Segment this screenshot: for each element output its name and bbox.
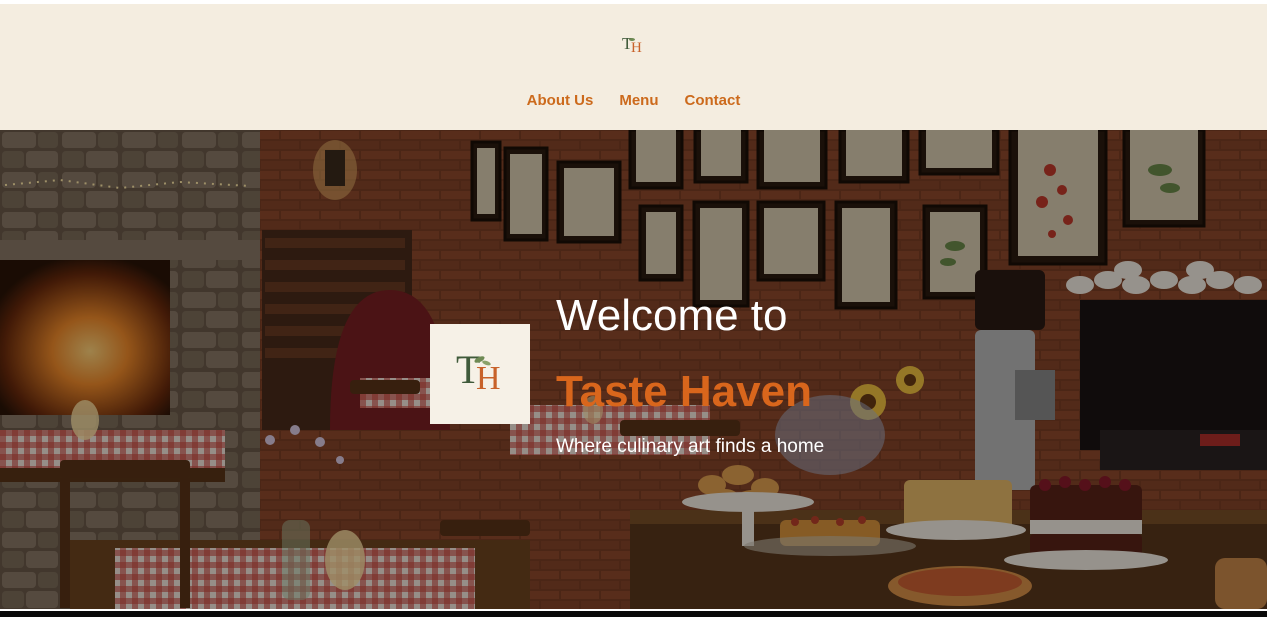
hero-section: T H Welcome to Taste Haven Where culinar… (0, 130, 1267, 609)
hero-logo-letter-h: H (476, 360, 501, 397)
hero-brand-name: Taste Haven (556, 367, 812, 416)
bottom-edge (0, 609, 1267, 617)
logo-letter-h: H (631, 40, 642, 56)
nav-link-contact[interactable]: Contact (685, 92, 741, 114)
hero-text: Welcome to Taste Haven Where culinary ar… (556, 290, 976, 458)
hero-logo: T H (430, 324, 530, 424)
nav-link-menu[interactable]: Menu (619, 92, 658, 114)
site-header: T H About Us Menu Contact (0, 4, 1267, 130)
header-logo[interactable]: T H (618, 32, 650, 62)
main-nav: About Us Menu Contact (0, 92, 1267, 114)
hero-tagline: Where culinary art finds a home (556, 436, 825, 457)
page: T H About Us Menu Contact T H Welcome to… (0, 0, 1267, 617)
nav-link-about-us[interactable]: About Us (527, 92, 594, 114)
hero-welcome-heading: Welcome to (556, 291, 788, 340)
